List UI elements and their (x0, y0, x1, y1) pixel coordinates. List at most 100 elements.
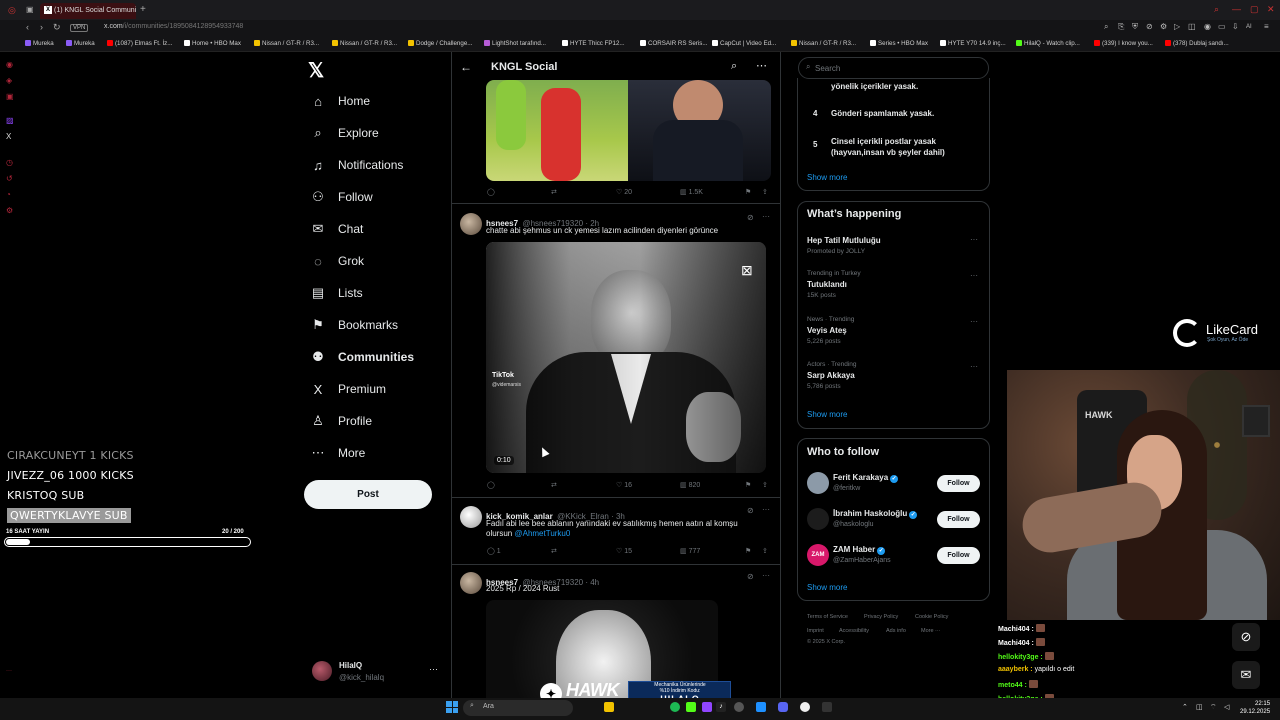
tweet-more-icon[interactable]: ··· (762, 505, 770, 514)
like-button[interactable]: ♡ 20 (616, 188, 632, 196)
nav-item-premium[interactable]: X Premium (310, 379, 386, 399)
follow-button[interactable]: Follow (937, 547, 980, 564)
bookmark-item[interactable]: CORSAIR RS Seris... (640, 40, 707, 47)
tweet-avatar[interactable] (460, 506, 482, 528)
forward-icon[interactable]: › (40, 22, 43, 32)
reload-icon[interactable]: ↻ (53, 22, 61, 33)
footer-imprint-link[interactable]: Imprint (807, 628, 824, 634)
grok-float-icon[interactable]: ⊘ (1232, 623, 1260, 651)
tweet-more-icon[interactable]: ··· (762, 212, 770, 221)
share-icon[interactable]: ⇪ (762, 188, 768, 196)
kick-icon[interactable] (686, 702, 696, 712)
follow-suggestion-name[interactable]: Ferit Karakaya ✓ (833, 473, 899, 483)
search-input[interactable] (815, 61, 985, 75)
follow-suggestion-avatar[interactable] (807, 472, 829, 494)
file-explorer-icon[interactable] (604, 702, 614, 712)
footer-cookie-link[interactable]: Cookie Policy (915, 614, 948, 620)
bookmark-item[interactable]: HilalQ - Watch clip... (1016, 40, 1080, 47)
nav-item-profile[interactable]: ♙ Profile (310, 411, 372, 431)
bookmark-item[interactable]: CapCut | Video Ed... (712, 40, 776, 47)
footer-terms-link[interactable]: Terms of Service (807, 614, 848, 620)
browser-menu-icon[interactable]: ≡ (1264, 22, 1269, 31)
url-field[interactable]: x.com/i/communities/1895084128954933748 (104, 23, 243, 30)
sidebar-x-icon[interactable]: X (6, 132, 11, 141)
bookmark-item[interactable]: HYTE Y70 14.9 inç... (940, 40, 1006, 47)
nav-item-more[interactable]: ⋯ More (310, 443, 366, 463)
tab-overview-icon[interactable]: ▣ (26, 5, 34, 14)
grok-icon[interactable]: ⊘ (747, 506, 754, 515)
follow-suggestion-avatar[interactable] (807, 508, 829, 530)
download-icon[interactable]: ⇩ (1232, 22, 1239, 31)
x-logo-icon[interactable]: 𝕏 (308, 58, 324, 83)
tweet-more-icon[interactable]: ··· (762, 571, 770, 580)
account-name[interactable]: HilalQ (339, 661, 362, 670)
tweet-avatar[interactable] (460, 213, 482, 235)
share-icon[interactable]: ⇪ (762, 547, 768, 555)
chat-username[interactable]: hellokity3ge : (998, 654, 1043, 661)
like-button[interactable]: ♡ 15 (616, 547, 632, 555)
footer-more-link[interactable]: More ··· (921, 628, 941, 634)
follow-suggestion-name[interactable]: ZAM Haber ✓ (833, 545, 886, 555)
bookmark-item[interactable]: Series • HBO Max (870, 40, 928, 47)
retweet-icon[interactable]: ⇄ (551, 188, 557, 196)
nav-item-follow[interactable]: ⚇ Follow (310, 187, 373, 207)
tweet-video[interactable]: ⊠ TikTok @videmarsis 0:10 (486, 242, 766, 473)
footer-ads-link[interactable]: Ads info (886, 628, 906, 634)
trend-more-icon[interactable]: ··· (970, 317, 978, 326)
sidebar-opera-icon[interactable]: ◉ (6, 60, 13, 69)
messages-float-icon[interactable]: ✉ (1232, 661, 1260, 689)
trends-show-more-link[interactable]: Show more (807, 410, 847, 419)
footer-privacy-link[interactable]: Privacy Policy (864, 614, 898, 620)
nav-item-notifications[interactable]: ♫ Notifications (310, 155, 403, 175)
grok-icon[interactable]: ⊘ (747, 572, 754, 581)
retweet-icon[interactable]: ⇄ (551, 481, 557, 489)
snapshot-icon[interactable]: ◫ (1188, 22, 1196, 31)
rules-show-more-link[interactable]: Show more (807, 173, 847, 182)
maximize-icon[interactable]: ▢ (1250, 4, 1259, 15)
bookmark-item[interactable]: Mureka (66, 40, 95, 47)
account-avatar[interactable] (312, 661, 332, 681)
tray-chevron-icon[interactable]: ⌃ (1182, 703, 1188, 711)
back-icon[interactable]: ‹ (26, 22, 29, 32)
sidebar-messenger-icon[interactable]: ◈ (6, 76, 12, 85)
bookmark-item[interactable]: (1087) Elmas Ft. İz... (107, 40, 172, 47)
tray-wifi-icon[interactable]: ⌔ (1210, 703, 1217, 712)
nav-item-communities[interactable]: ⚉ Communities (310, 347, 414, 367)
bookmark-icon[interactable]: ⚑ (745, 188, 751, 196)
ai-icon[interactable]: AI (1246, 24, 1252, 30)
bookmark-item[interactable]: Nissan / GT-R / R3... (791, 40, 856, 47)
nav-item-grok[interactable]: ◌ Grok (310, 251, 364, 271)
taskbar-clock[interactable]: 22:15 29.12.2025 (1240, 700, 1270, 716)
follow-button[interactable]: Follow (937, 511, 980, 528)
sidebar-twitch-icon[interactable]: ▨ (6, 116, 14, 125)
window-search-icon[interactable]: ⌕ (1214, 4, 1219, 15)
nav-item-lists[interactable]: ▤ Lists (310, 283, 363, 303)
sidebar-bookmark-icon[interactable]: ◔ (6, 190, 11, 199)
sidebar-more-icon[interactable]: ··· (6, 668, 12, 674)
browser-tab-active[interactable]: (1) KNGL Social Communi (40, 3, 136, 19)
extensions-icon[interactable]: ⚙ (1160, 22, 1167, 31)
wallet-icon[interactable]: ▭ (1218, 22, 1226, 31)
chrome-icon[interactable] (800, 702, 810, 712)
terminal-icon[interactable] (822, 702, 832, 712)
trend-more-icon[interactable]: ··· (970, 235, 978, 244)
tiktok-icon[interactable]: ♪ (716, 702, 726, 712)
start-button[interactable] (446, 701, 458, 713)
chat-username[interactable]: Machi404 : (998, 640, 1034, 647)
minimize-icon[interactable]: — (1232, 4, 1241, 14)
trend-name[interactable]: Veyis Ateş (807, 326, 847, 335)
tweet-image-collage[interactable] (486, 80, 771, 181)
bookmark-item[interactable]: (339) I know you... (1094, 40, 1153, 47)
bookmark-icon[interactable]: ⚑ (745, 547, 751, 555)
spotify-icon[interactable] (670, 702, 680, 712)
grok-icon[interactable]: ⊘ (747, 213, 754, 222)
community-more-icon[interactable]: ⋯ (756, 59, 767, 72)
reply-button[interactable]: ◯ 1 (487, 547, 501, 555)
tray-network-icon[interactable]: ◫ (1196, 703, 1203, 711)
tweet-avatar[interactable] (460, 572, 482, 594)
chat-username[interactable]: meto44 : (998, 682, 1027, 689)
nav-item-home[interactable]: ⌂ Home (310, 91, 370, 111)
views-stat[interactable]: ▥ 1.5K (680, 188, 703, 196)
taskbar-search[interactable] (463, 700, 573, 716)
views-stat[interactable]: ▥ 777 (680, 547, 700, 555)
